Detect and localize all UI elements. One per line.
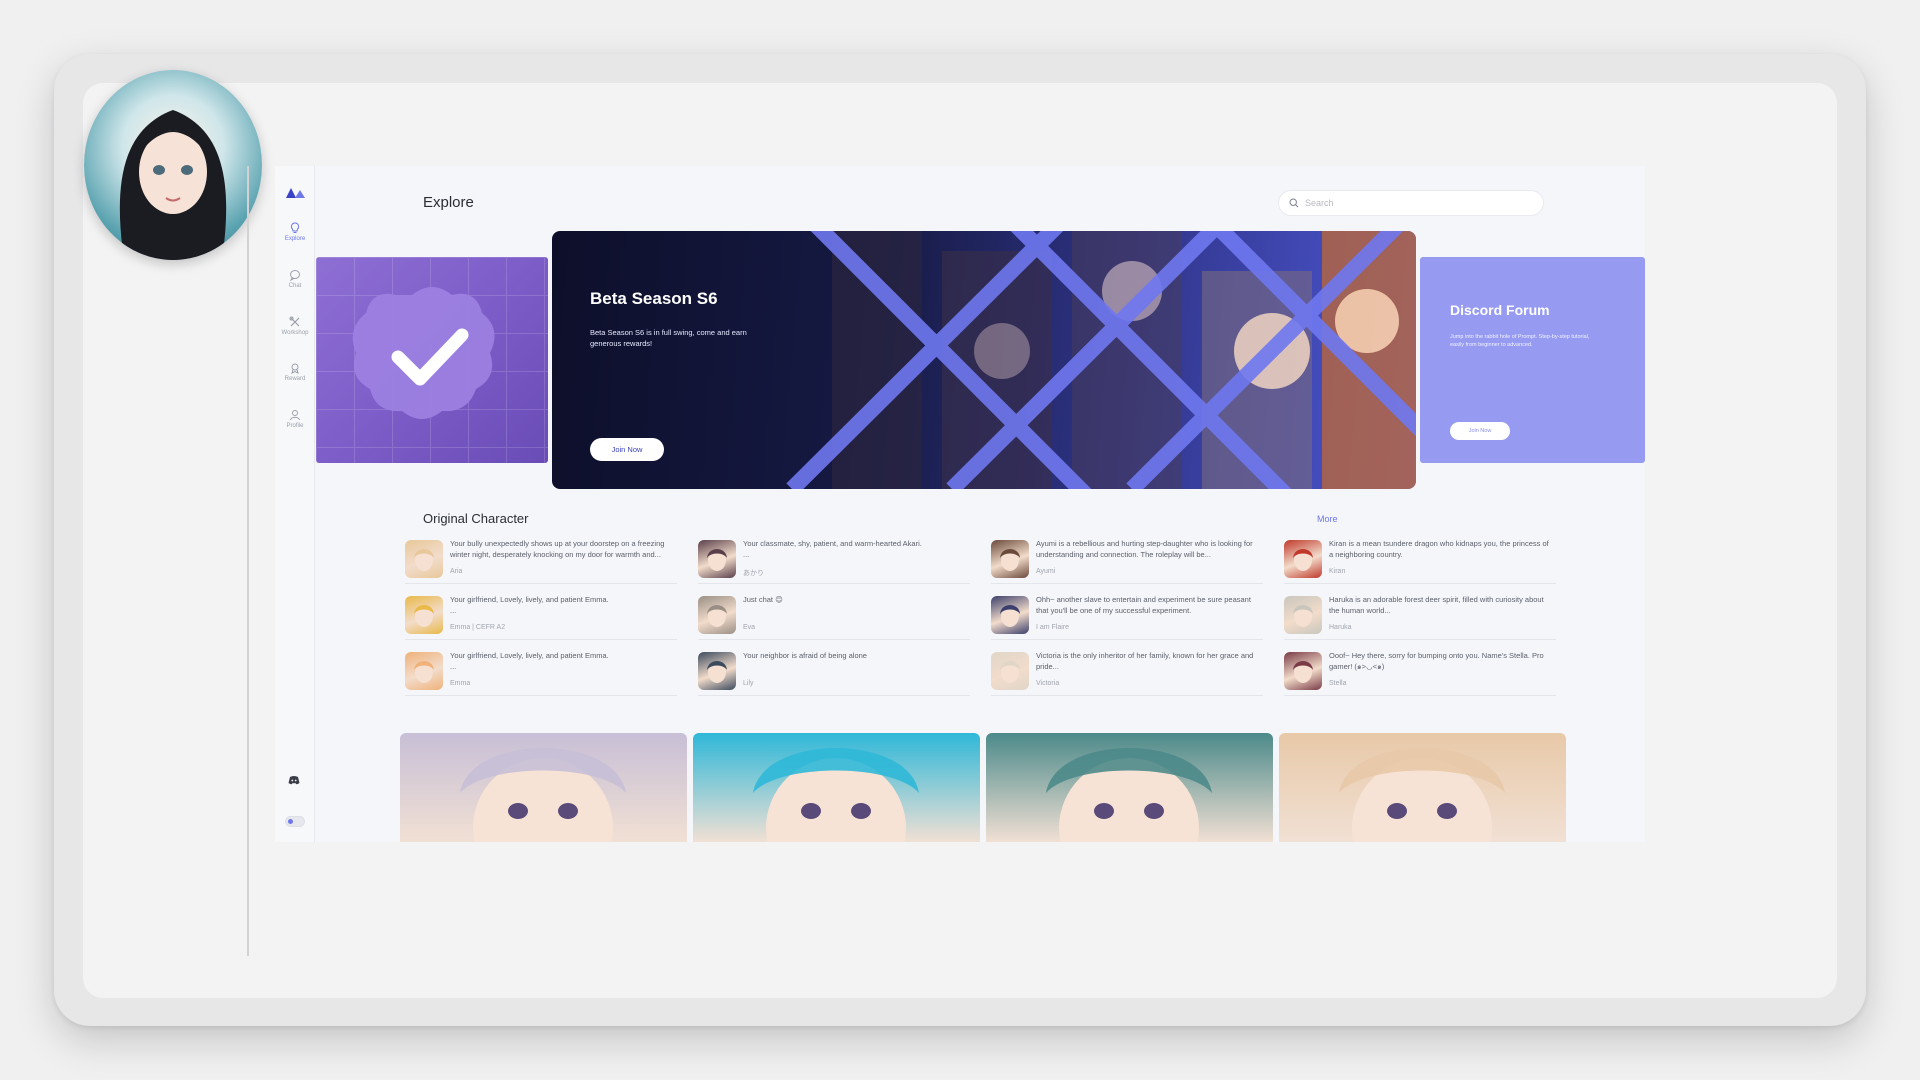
sidebar-item-profile[interactable]: Profile	[275, 409, 315, 445]
sidebar-item-chat[interactable]: Chat	[275, 269, 315, 305]
character-list-item[interactable]: Ohh~ another slave to entertain and expe…	[991, 594, 1263, 640]
lightbulb-icon	[290, 222, 300, 233]
discord-card-description: Jump into the rabbit hole of Prompt. Ste…	[1450, 334, 1590, 348]
sidebar-item-label: Workshop	[281, 330, 309, 336]
portrait-blonde-woman-icon	[1339, 748, 1505, 842]
sidebar-item-label: Reward	[284, 376, 306, 382]
character-avatar	[991, 540, 1029, 578]
character-gallery	[400, 733, 1570, 842]
character-name: Victoria	[1036, 680, 1060, 687]
character-avatar	[991, 652, 1029, 690]
carousel-card-verified[interactable]	[316, 257, 548, 463]
character-description: Kiran is a mean tsundere dragon who kidn…	[1329, 539, 1549, 559]
character-description: Ooof~ Hey there, sorry for bumping onto …	[1329, 651, 1544, 671]
character-description: Your girlfriend, Lovely, lively, and pat…	[450, 595, 609, 615]
sidebar-item-label: Profile	[286, 423, 304, 429]
character-name: Lily	[743, 680, 754, 687]
sidebar-item-reward[interactable]: Reward	[275, 362, 315, 398]
app-logo-icon[interactable]	[285, 186, 307, 200]
character-list-item[interactable]: Victoria is the only inheritor of her fa…	[991, 650, 1263, 696]
character-description: Your bully unexpectedly shows up at your…	[450, 539, 665, 559]
banner-title: Beta Season S6	[590, 289, 718, 308]
discord-card-title: Discord Forum	[1450, 302, 1550, 318]
character-avatar	[1284, 540, 1322, 578]
discord-join-button[interactable]: Join Now	[1450, 422, 1510, 440]
discord-icon[interactable]	[288, 772, 300, 790]
character-list-item[interactable]: Haruka is an adorable forest deer spirit…	[1284, 594, 1556, 640]
sidebar-item-label: Explore	[284, 236, 306, 242]
character-description: Victoria is the only inheritor of her fa…	[1036, 651, 1254, 671]
user-icon	[290, 410, 300, 421]
character-list-item[interactable]: Your girlfriend, Lovely, lively, and pat…	[405, 650, 677, 696]
sidebar-item-explore[interactable]: Explore	[275, 222, 315, 258]
character-avatar	[405, 652, 443, 690]
anime-collage-image	[786, 231, 1416, 489]
character-avatar	[1284, 652, 1322, 690]
anime-portrait-pink-hair-icon	[1046, 748, 1212, 842]
character-description: Your girlfriend, Lovely, lively, and pat…	[450, 651, 609, 671]
character-list-item[interactable]: Ayumi is a rebellious and hurting step-d…	[991, 538, 1263, 584]
character-name: Haruka	[1329, 624, 1352, 631]
app-window: Explore Chat Workshop Reward Profile Exp…	[275, 166, 1645, 842]
gallery-card[interactable]	[986, 733, 1273, 842]
character-description: Your classmate, shy, patient, and warm-h…	[743, 539, 922, 559]
character-avatar	[698, 596, 736, 634]
character-name: I am Flaire	[1036, 624, 1070, 631]
character-avatar	[405, 540, 443, 578]
search-icon	[1289, 198, 1299, 208]
character-name: Aria	[450, 568, 463, 575]
page-title: Explore	[423, 194, 474, 211]
presenter-avatar	[84, 70, 262, 260]
carousel-card-beta-season[interactable]: Beta Season S6 Beta Season S6 is in full…	[552, 231, 1416, 489]
character-name: Emma | CEFR A2	[450, 624, 506, 631]
anime-portrait-orange-cat-icon	[753, 748, 919, 842]
sidebar: Explore Chat Workshop Reward Profile	[275, 166, 315, 842]
character-name: Eva	[743, 624, 756, 631]
character-description: Ayumi is a rebellious and hurting step-d…	[1036, 539, 1253, 559]
tools-icon	[289, 316, 300, 327]
sidebar-item-label: Chat	[288, 283, 302, 289]
character-description: Ohh~ another slave to entertain and expe…	[1036, 595, 1251, 615]
search-bar[interactable]	[1278, 190, 1544, 216]
character-name: あかり	[743, 570, 764, 577]
search-input[interactable]	[1305, 198, 1525, 208]
character-list-item[interactable]: Your bully unexpectedly shows up at your…	[405, 538, 677, 584]
character-description: Your neighbor is afraid of being alone	[743, 651, 867, 660]
section-title: Original Character	[423, 511, 529, 526]
character-avatar	[698, 652, 736, 690]
character-avatar	[991, 596, 1029, 634]
gallery-card[interactable]	[400, 733, 687, 842]
character-list-item[interactable]: Your classmate, shy, patient, and warm-h…	[698, 538, 970, 584]
character-list-item[interactable]: Just chat 😊 Eva	[698, 594, 970, 640]
character-list-item[interactable]: Your girlfriend, Lovely, lively, and pat…	[405, 594, 677, 640]
divider-line	[247, 166, 249, 956]
sidebar-item-workshop[interactable]: Workshop	[275, 316, 315, 352]
character-name: Emma	[450, 680, 471, 687]
carousel-card-discord[interactable]: Discord Forum Jump into the rabbit hole …	[1420, 257, 1645, 463]
character-list-item[interactable]: Your neighbor is afraid of being alone Li…	[698, 650, 970, 696]
anime-portrait-silver-hair-icon	[460, 748, 626, 842]
character-name: Ayumi	[1036, 568, 1056, 575]
join-now-button[interactable]: Join Now	[590, 438, 664, 461]
character-name: Stella	[1329, 680, 1347, 687]
character-avatar	[405, 596, 443, 634]
character-description: Just chat 😊	[743, 595, 783, 604]
character-description: Haruka is an adorable forest deer spirit…	[1329, 595, 1544, 615]
character-list-item[interactable]: Kiran is a mean tsundere dragon who kidn…	[1284, 538, 1556, 584]
verified-badge-icon	[352, 287, 495, 419]
character-name: Kiran	[1329, 568, 1346, 575]
banner-description: Beta Season S6 is in full swing, come an…	[590, 328, 747, 348]
character-list-item[interactable]: Ooof~ Hey there, sorry for bumping onto …	[1284, 650, 1556, 696]
reward-icon	[291, 363, 299, 374]
theme-toggle[interactable]	[285, 816, 305, 827]
gallery-card[interactable]	[1279, 733, 1566, 842]
character-avatar	[698, 540, 736, 578]
more-link[interactable]: More	[1317, 514, 1338, 524]
gallery-card[interactable]	[693, 733, 980, 842]
chat-bubble-icon	[289, 270, 300, 281]
character-avatar	[1284, 596, 1322, 634]
